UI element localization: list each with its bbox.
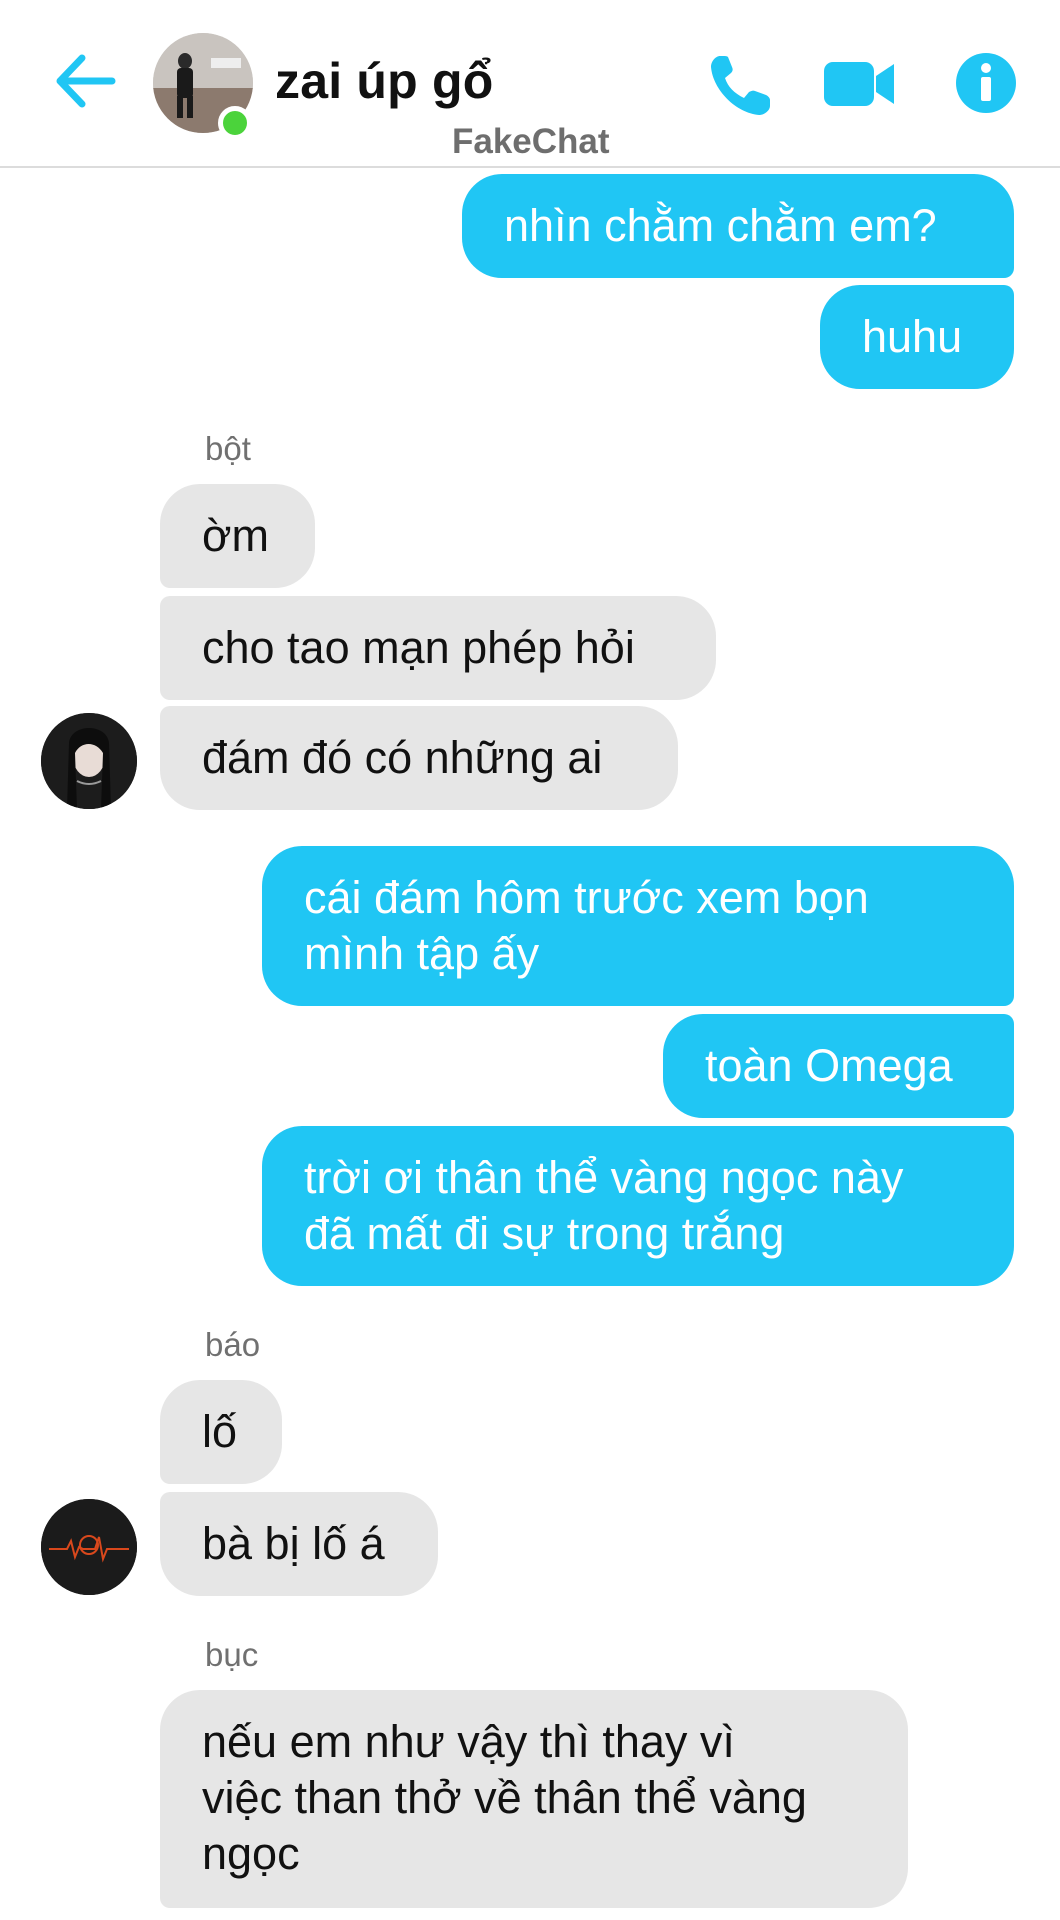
outgoing-message[interactable]: trời ơi thân thể vàng ngọc này đã mất đi… [262, 1126, 1014, 1286]
sender-name: bột [205, 430, 251, 467]
incoming-message[interactable]: đám đó có những ai [160, 706, 678, 810]
sender-avatar[interactable] [41, 713, 137, 809]
outgoing-message[interactable]: toàn Omega [663, 1014, 1014, 1118]
sender-avatar[interactable] [41, 1499, 137, 1595]
incoming-message[interactable]: lố [160, 1380, 282, 1484]
contact-name[interactable]: zai úp gổ [275, 52, 493, 110]
message-line: mình tập ấy [304, 928, 540, 979]
message-line: cái đám hôm trước xem bọn [304, 872, 869, 923]
incoming-message[interactable]: ờm [160, 484, 315, 588]
back-arrow-icon[interactable] [52, 48, 118, 114]
message-line: nếu em như vậy thì thay vì [202, 1716, 735, 1767]
incoming-message[interactable]: nếu em như vậy thì thay vì việc than thở… [160, 1690, 908, 1908]
video-camera-icon[interactable] [824, 58, 896, 110]
sender-name: bục [205, 1636, 259, 1673]
incoming-message[interactable]: bà bị lố á [160, 1492, 438, 1596]
outgoing-message[interactable]: cái đám hôm trước xem bọn mình tập ấy [262, 846, 1014, 1006]
message-line: đã mất đi sự trong trắng [304, 1208, 785, 1259]
message-line: việc than thở về thân thể vàng [202, 1772, 807, 1823]
info-icon[interactable] [955, 52, 1017, 114]
phone-icon[interactable] [706, 50, 776, 120]
sender-name: báo [205, 1326, 261, 1363]
chat-header: zai úp gổ FakeChat [0, 0, 1060, 168]
online-status-dot [218, 106, 252, 140]
app-watermark: FakeChat [452, 122, 610, 161]
outgoing-message[interactable]: nhìn chằm chằm em? [462, 174, 1014, 278]
incoming-message[interactable]: cho tao mạn phép hỏi [160, 596, 716, 700]
message-line: trời ơi thân thể vàng ngọc này [304, 1152, 904, 1203]
outgoing-message[interactable]: huhu [820, 285, 1014, 389]
message-line: ngọc [202, 1828, 300, 1879]
